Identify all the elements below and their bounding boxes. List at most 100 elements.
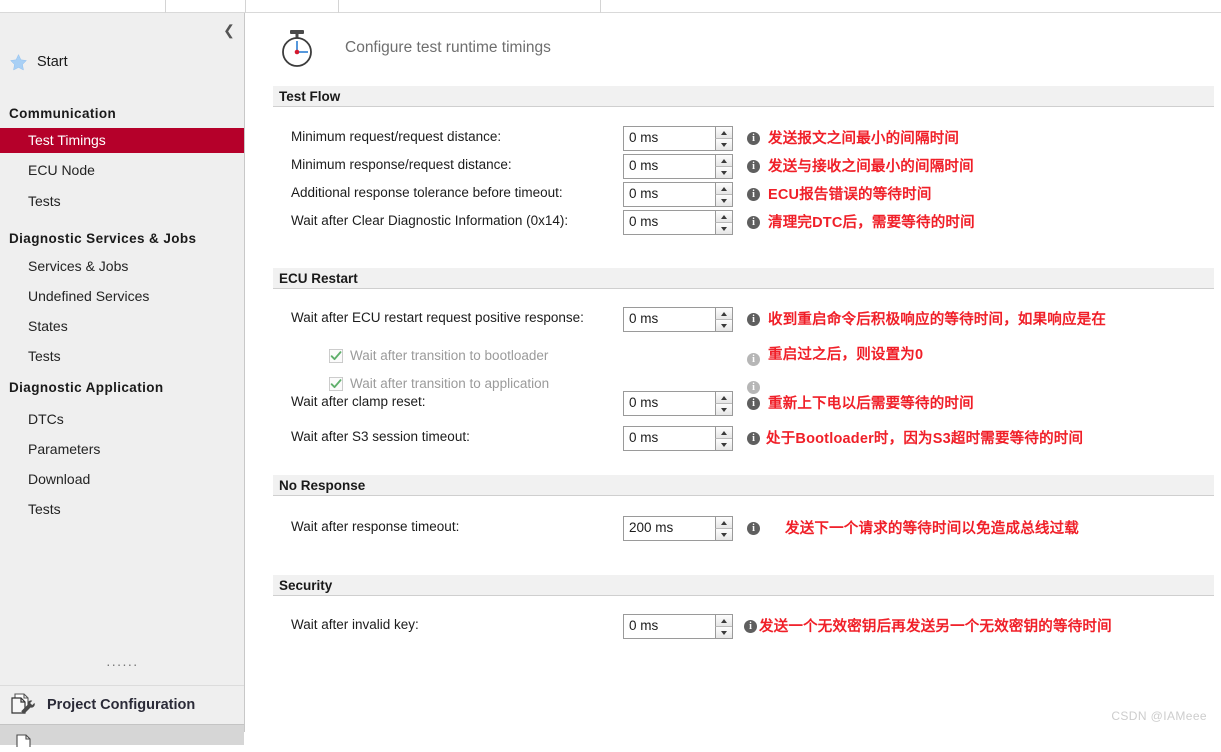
spinner-buttons[interactable] [715, 308, 732, 331]
wait-after-invalid-key-input[interactable]: 0 ms [623, 614, 733, 639]
toolbar-separator [245, 0, 246, 13]
sidebar-item-ecu-node[interactable]: ECU Node [0, 158, 244, 183]
info-icon[interactable]: i [747, 313, 760, 326]
info-icon[interactable]: i [747, 216, 760, 229]
chevron-left-icon[interactable]: ❮ [220, 21, 238, 39]
info-icon[interactable]: i [747, 353, 760, 366]
spinner-buttons[interactable] [715, 615, 732, 638]
sidebar-item-test-timings[interactable]: Test Timings [0, 128, 244, 153]
field-label: Wait after S3 session timeout: [291, 429, 470, 444]
spinner-down-button[interactable] [715, 404, 732, 415]
spinner-down-button[interactable] [715, 320, 732, 331]
annotation-text: 重新上下电以后需要等待的时间 [768, 396, 974, 412]
spinner-up-button[interactable] [715, 392, 732, 404]
sidebar-item-tests-communication[interactable]: Tests [0, 189, 244, 214]
checkbox-wait-after-transition-to-bootloader[interactable]: Wait after transition to bootloader [329, 348, 548, 363]
sidebar-item-download[interactable]: Download [0, 467, 244, 492]
sidebar: ❮ Start Communication Test Timings ECU N… [0, 13, 245, 750]
spinner-down-button[interactable] [715, 167, 732, 178]
annotation-text: 发送下一个请求的等待时间以免造成总线过载 [785, 521, 1079, 537]
field-value: 0 ms [629, 158, 659, 173]
spinner-buttons[interactable] [715, 517, 732, 540]
sidebar-group-communication: Communication [9, 106, 117, 121]
spinner-down-button[interactable] [715, 627, 732, 638]
minimum-request-request-distance-input[interactable]: 0 ms [623, 126, 733, 151]
wait-after-clear-diagnostic-information-input[interactable]: 0 ms [623, 210, 733, 235]
section-header-test-flow: Test Flow [273, 86, 1214, 107]
annotation-text: 发送报文之间最小的间隔时间 [768, 131, 960, 147]
spinner-down-button[interactable] [715, 139, 732, 150]
checkbox-wait-after-transition-to-application[interactable]: Wait after transition to application [329, 376, 549, 391]
sidebar-item-next-partial[interactable] [0, 724, 244, 750]
sidebar-item-states[interactable]: States [0, 314, 244, 339]
field-label: Wait after invalid key: [291, 617, 419, 632]
info-icon[interactable]: i [744, 620, 757, 633]
sidebar-item-parameters[interactable]: Parameters [0, 437, 244, 462]
spinner-buttons[interactable] [715, 211, 732, 234]
field-value: 0 ms [629, 214, 659, 229]
field-value: 200 ms [629, 520, 674, 535]
spinner-down-button[interactable] [715, 195, 732, 206]
sidebar-item-tests-application[interactable]: Tests [0, 497, 244, 522]
field-value: 0 ms [629, 395, 659, 410]
main-content: Configure test runtime timings Test Flow… [246, 13, 1221, 732]
spinner-up-button[interactable] [715, 211, 732, 223]
field-label: Wait after Clear Diagnostic Information … [291, 213, 569, 228]
field-row-minimum-request-request-distance: Minimum request/request distance: 0 ms i… [291, 126, 1211, 152]
field-row-additional-response-tolerance: Additional response tolerance before tim… [291, 182, 1211, 208]
toolbar-strip [0, 0, 1221, 13]
minimum-response-request-distance-input[interactable]: 0 ms [623, 154, 733, 179]
annotation-text: ECU报告错误的等待时间 [768, 187, 932, 203]
sidebar-item-undefined-services[interactable]: Undefined Services [0, 284, 244, 309]
field-label: Minimum request/request distance: [291, 129, 502, 144]
annotation-text: 发送与接收之间最小的间隔时间 [768, 159, 974, 175]
wait-after-clamp-reset-input[interactable]: 0 ms [623, 391, 733, 416]
field-value: 0 ms [629, 130, 659, 145]
spinner-buttons[interactable] [715, 155, 732, 178]
spinner-buttons[interactable] [715, 127, 732, 150]
spinner-down-button[interactable] [715, 529, 732, 540]
spinner-down-button[interactable] [715, 223, 732, 234]
sidebar-item-tests-services[interactable]: Tests [0, 344, 244, 369]
wait-after-ecu-restart-request-input[interactable]: 0 ms [623, 307, 733, 332]
annotation-text: 重启过之后，则设置为0 [768, 347, 924, 363]
spinner-buttons[interactable] [715, 392, 732, 415]
spinner-buttons[interactable] [715, 183, 732, 206]
info-icon[interactable]: i [747, 522, 760, 535]
field-value: 0 ms [629, 186, 659, 201]
field-row-minimum-response-request-distance: Minimum response/request distance: 0 ms … [291, 154, 1211, 180]
sidebar-item-dtcs[interactable]: DTCs [0, 407, 244, 432]
spinner-up-button[interactable] [715, 183, 732, 195]
section-header-security: Security [273, 575, 1214, 596]
sidebar-group-diagnostic-application: Diagnostic Application [9, 380, 164, 395]
spinner-buttons[interactable] [715, 427, 732, 450]
page-title: Configure test runtime timings [345, 39, 551, 56]
wait-after-s3-session-timeout-input[interactable]: 0 ms [623, 426, 733, 451]
field-label: Wait after ECU restart request positive … [291, 310, 584, 325]
spinner-up-button[interactable] [715, 517, 732, 529]
field-row-wait-after-response-timeout: Wait after response timeout: 200 ms i 发送… [291, 516, 1211, 542]
spinner-up-button[interactable] [715, 615, 732, 627]
spinner-up-button[interactable] [715, 427, 732, 439]
spinner-up-button[interactable] [715, 155, 732, 167]
stopwatch-icon [282, 30, 312, 67]
sidebar-item-services-jobs[interactable]: Services & Jobs [0, 254, 244, 279]
sidebar-overflow-dots[interactable]: ...... [0, 653, 245, 669]
sidebar-item-start[interactable]: Start [0, 49, 245, 75]
info-icon[interactable]: i [747, 132, 760, 145]
star-icon [10, 53, 27, 70]
info-icon[interactable]: i [747, 160, 760, 173]
additional-response-tolerance-input[interactable]: 0 ms [623, 182, 733, 207]
spinner-down-button[interactable] [715, 439, 732, 450]
wait-after-response-timeout-input[interactable]: 200 ms [623, 516, 733, 541]
info-icon[interactable]: i [747, 397, 760, 410]
sidebar-item-project-configuration[interactable]: Project Configuration [0, 685, 244, 723]
spinner-up-button[interactable] [715, 308, 732, 320]
sidebar-bottom-item-label: Project Configuration [47, 696, 196, 713]
sidebar-item-label: Start [37, 54, 68, 70]
spinner-up-button[interactable] [715, 127, 732, 139]
info-icon[interactable]: i [747, 188, 760, 201]
annotation-text: 清理完DTC后，需要等待的时间 [768, 215, 975, 231]
field-row-wait-after-ecu-restart-request: Wait after ECU restart request positive … [291, 307, 1211, 333]
info-icon[interactable]: i [747, 432, 760, 445]
